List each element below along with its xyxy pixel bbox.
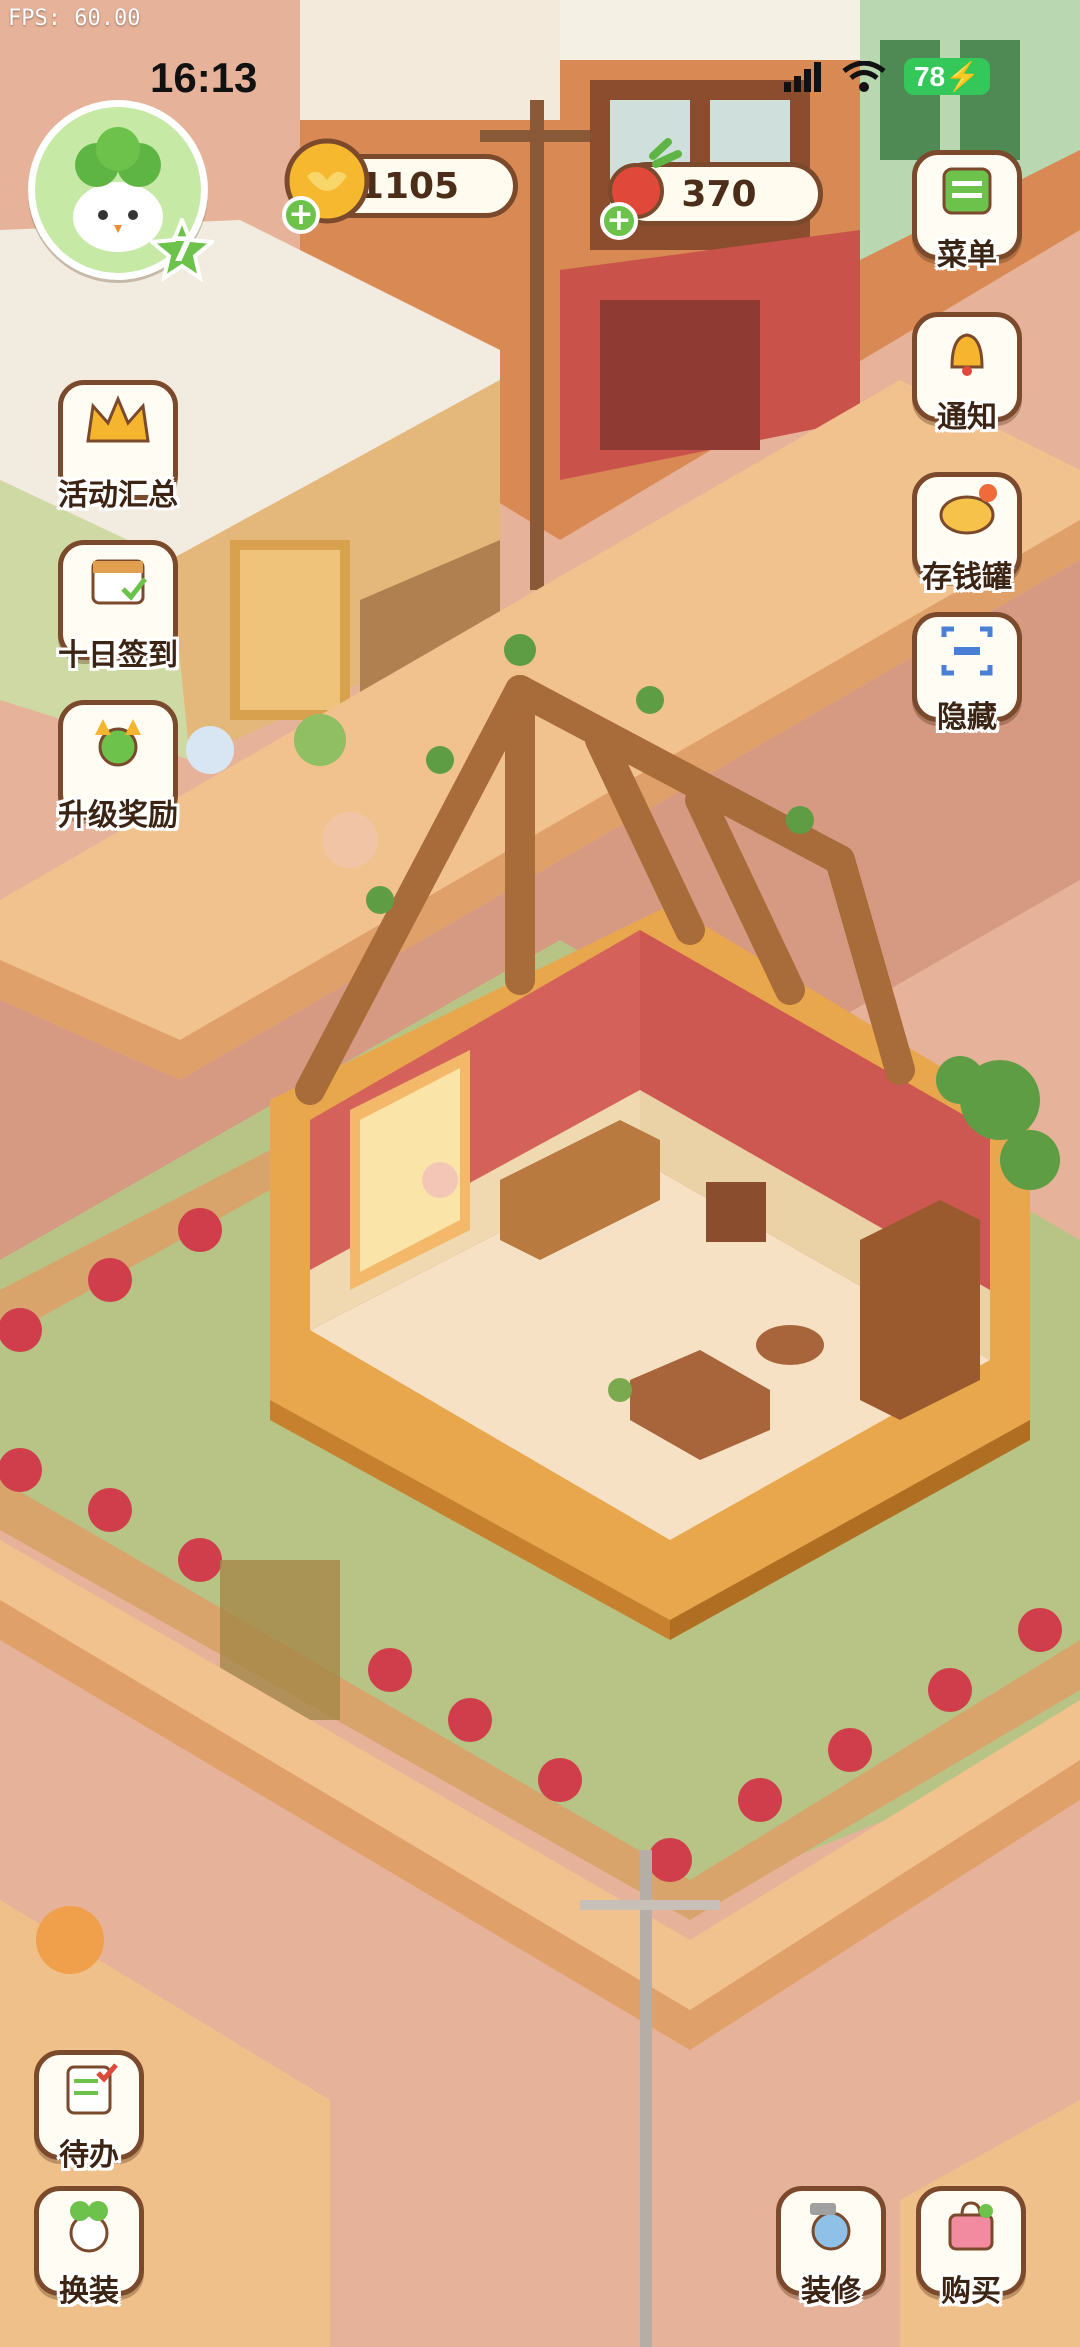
- shop-label: 购买: [941, 2274, 1001, 2309]
- outfit-icon: [69, 2201, 109, 2253]
- decorate-button[interactable]: 装修: [776, 2186, 886, 2309]
- calendar-icon: [91, 559, 147, 605]
- activity-summary-button[interactable]: 活动汇总: [58, 380, 178, 513]
- todo-button[interactable]: 待办: [34, 2050, 144, 2173]
- shop-button[interactable]: 购买: [916, 2186, 1026, 2309]
- level-up-rewards-button[interactable]: 升级奖励: [58, 700, 178, 833]
- bell-icon: [950, 333, 984, 376]
- fps-counter: FPS: 60.00: [8, 6, 141, 31]
- hide-icon: [941, 626, 993, 676]
- add-food-button[interactable]: +: [600, 202, 638, 240]
- battery-indicator: 78⚡: [903, 58, 990, 95]
- charging-icon: ⚡: [945, 61, 980, 92]
- battery-level: 78: [913, 61, 946, 92]
- menu-label: 菜单: [937, 238, 997, 273]
- level-up-rewards-label: 升级奖励: [58, 798, 178, 833]
- add-coins-button[interactable]: +: [282, 196, 320, 234]
- status-icons: 78⚡: [783, 58, 990, 95]
- menu-button[interactable]: 菜单: [912, 150, 1022, 273]
- coin-amount: 1105: [358, 165, 460, 207]
- crown-icon: [86, 395, 150, 443]
- todo-list-icon: [66, 2063, 118, 2115]
- signal-icon: [783, 61, 821, 92]
- wifi-icon: [842, 60, 886, 92]
- piggy-bank-button[interactable]: 存钱罐: [912, 472, 1022, 595]
- food-amount: 370: [681, 173, 757, 215]
- todo-label: 待办: [59, 2138, 119, 2173]
- menu-icon: [942, 167, 992, 215]
- outfit-label: 换装: [59, 2274, 119, 2309]
- activity-summary-label: 活动汇总: [58, 478, 178, 513]
- player-level: 7: [170, 230, 194, 270]
- piggy-bank-icon: [939, 484, 997, 535]
- decorate-icon: [810, 2203, 851, 2251]
- notifications-button[interactable]: 通知: [912, 312, 1022, 435]
- hide-ui-label: 隐藏: [937, 700, 997, 735]
- player-avatar[interactable]: 7: [28, 100, 218, 283]
- status-time: 16:13: [150, 54, 258, 101]
- level-up-icon: [95, 719, 141, 767]
- piggy-bank-label: 存钱罐: [922, 560, 1012, 595]
- level-badge: 7: [146, 214, 218, 283]
- ten-day-checkin-button[interactable]: 十日签到: [58, 540, 178, 673]
- outfit-button[interactable]: 换装: [34, 2186, 144, 2309]
- ten-day-checkin-label: 十日签到: [58, 638, 178, 673]
- shop-bag-icon: [948, 2201, 994, 2251]
- hide-ui-button[interactable]: 隐藏: [912, 612, 1022, 735]
- notifications-label: 通知: [937, 400, 997, 435]
- decorate-label: 装修: [801, 2274, 861, 2309]
